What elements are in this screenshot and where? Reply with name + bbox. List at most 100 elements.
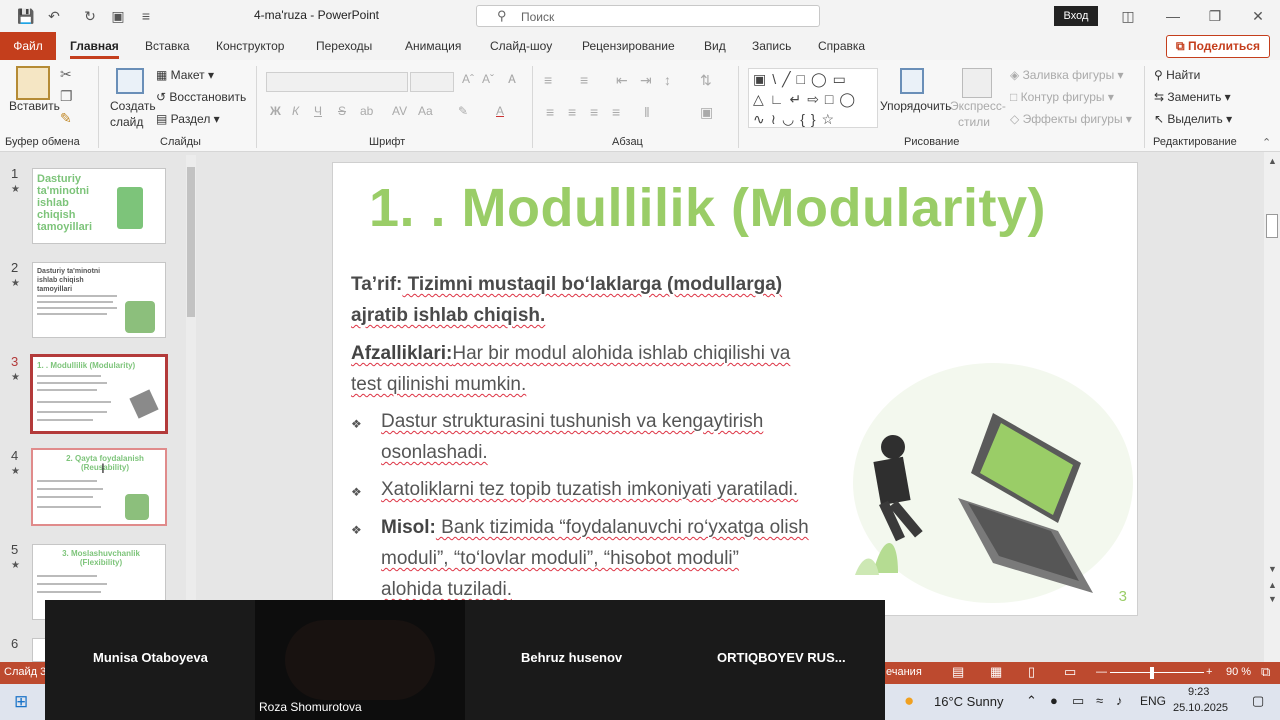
font-name-select[interactable] [266,72,408,92]
strike-icon[interactable]: S [338,104,346,118]
new-slide-button[interactable]: Создать [110,99,156,113]
smartart-icon[interactable]: ▣ [700,104,713,121]
participant-tile-3[interactable]: Behruz husenov [465,600,675,720]
scroll-up-icon[interactable]: ▲ [1268,156,1277,166]
tab-home[interactable]: Главная [70,39,119,59]
italic-icon[interactable]: К [292,104,299,118]
tab-file[interactable]: Файл [0,32,56,60]
bullet-1-line-1[interactable]: Dastur strukturasini tushunish va kengay… [381,406,763,437]
reading-view-icon[interactable]: ▯ [1028,664,1035,680]
slide-title[interactable]: 1. . Modullilik (Modularity) [369,177,1046,239]
minimize-icon[interactable]: — [1163,6,1183,26]
tab-record[interactable]: Запись [752,39,791,53]
spacing-icon[interactable]: AV [392,104,407,118]
align-center-icon[interactable]: ≡ [568,104,576,120]
font-grow-icon[interactable]: Aˆ [462,72,474,86]
normal-view-icon[interactable]: ▤ [952,664,964,680]
tab-view[interactable]: Вид [704,39,726,53]
slide-thumbnail-2[interactable]: Dasturiy ta'minotni ishlab chiqish tamoy… [32,262,166,338]
participant-tile-4[interactable]: ORTIQBOYEV RUS... [675,600,885,720]
customize-qat-icon[interactable]: ≡ [136,6,156,26]
copy-icon[interactable]: ❐ [60,88,73,105]
collapse-ribbon-icon[interactable]: ⌃ [1262,136,1271,149]
outdent-icon[interactable]: ⇤ [616,72,628,89]
tab-slideshow[interactable]: Слайд-шоу [490,39,552,53]
maximize-icon[interactable]: ❐ [1205,6,1225,26]
select-button[interactable]: ↖ Выделить ▾ [1154,112,1232,126]
zoom-level[interactable]: 90 % [1226,666,1251,678]
section-button[interactable]: ▤ Раздел ▾ [156,112,220,126]
cut-icon[interactable]: ✂ [60,66,72,83]
replace-button[interactable]: ⇆ Заменить ▾ [1154,90,1231,104]
ribbon-display-icon[interactable]: ◫ [1118,6,1138,26]
battery-icon[interactable]: ▭ [1072,693,1084,709]
scroll-thumb[interactable] [187,167,195,317]
scroll-thumb[interactable] [1266,214,1278,238]
present-icon[interactable]: ▣ [108,6,128,26]
tray-chevron-icon[interactable]: ⌃ [1026,693,1037,709]
clock-date[interactable]: 25.10.2025 [1173,702,1228,714]
wifi-icon[interactable]: ≈ [1096,693,1103,708]
slideshow-view-icon[interactable]: ▭ [1064,664,1076,680]
bullet-2[interactable]: Xatoliklarni tez topib tuzatish imkoniya… [381,474,798,505]
microphone-icon[interactable]: ● [1050,693,1058,708]
volume-icon[interactable]: ♪ [1116,693,1123,708]
bullets-icon[interactable]: ≡ [544,72,552,88]
clock-time[interactable]: 9:23 [1188,686,1209,698]
case-icon[interactable]: Aa [418,104,433,118]
align-left-icon[interactable]: ≡ [546,104,554,120]
definition-line-1[interactable]: Ta’rif: Tizimni mustaqil bo‘laklarga (mo… [351,269,782,300]
undo-icon[interactable]: ↶ [44,6,64,26]
tab-insert[interactable]: Вставка [145,39,190,53]
columns-icon[interactable]: ‖ [644,104,650,120]
paste-button[interactable]: Вставить [9,99,60,113]
layout-button[interactable]: ▦ Макет ▾ [156,68,214,82]
tab-transitions[interactable]: Переходы [316,39,372,53]
slide-thumbnail-3[interactable]: 1. . Modullilik (Modularity) [30,354,168,434]
zoom-slider-thumb[interactable] [1150,667,1154,679]
bullet-3-line-2[interactable]: moduli”, “to‘lovlar moduli”, “hisobot mo… [381,543,739,574]
reset-button[interactable]: ↺ Восстановить [156,90,246,104]
tab-animation[interactable]: Анимация [405,39,461,53]
notes-button[interactable]: ечания [886,666,922,678]
search-box[interactable]: ⚲ Поиск [476,5,820,27]
arrange-icon[interactable] [900,68,924,94]
advantages-line-1[interactable]: Afzalliklari:Har bir modul alohida ishla… [351,338,790,369]
advantages-line-2[interactable]: test qilinishi mumkin. [351,369,526,400]
bold-icon[interactable]: Ж [270,104,281,118]
quick-styles-icon[interactable] [962,68,992,98]
previous-slide-icon[interactable]: ▲ [1268,580,1277,590]
font-size-select[interactable] [410,72,454,92]
participant-tile-2[interactable]: Roza Shomurotova [255,600,465,720]
redo-icon[interactable]: ↻ [80,6,100,26]
shape-outline-button[interactable]: □ Контур фигуры ▾ [1010,90,1114,104]
indent-icon[interactable]: ⇥ [640,72,652,89]
text-direction-icon[interactable]: ⇅ [700,72,712,89]
shapes-gallery[interactable]: ▣\╱□◯▭ △∟↵⇨□◯ ∿≀◡{}☆ [748,68,878,128]
participant-tile-1[interactable]: Munisa Otaboyeva [45,600,255,720]
highlight-icon[interactable]: ✎ [458,104,468,118]
new-slide-icon[interactable] [116,68,144,94]
tab-design[interactable]: Конструктор [216,39,284,53]
bullet-3-line-1[interactable]: Misol: Bank tizimida “foydalanuvchi ro‘y… [381,512,809,543]
zoom-slider[interactable] [1110,672,1204,673]
justify-icon[interactable]: ≡ [612,104,620,120]
thumbnail-scrollbar[interactable] [186,155,196,660]
numbering-icon[interactable]: ≡ [580,72,588,88]
shadow-icon[interactable]: ab [360,104,373,118]
find-button[interactable]: ⚲ Найти [1154,68,1200,82]
start-icon[interactable]: ⊞ [14,692,28,712]
tab-help[interactable]: Справка [818,39,865,53]
definition-line-2[interactable]: ajratib ishlab chiqish. [351,300,545,331]
zoom-in-icon[interactable]: + [1206,666,1212,678]
font-color-icon[interactable]: A [496,104,504,118]
weather-text[interactable]: 16°C Sunny [934,694,1004,709]
notifications-icon[interactable]: ▢ [1252,693,1264,709]
underline-icon[interactable]: Ч [314,104,322,118]
align-right-icon[interactable]: ≡ [590,104,598,120]
next-slide-icon[interactable]: ▼ [1268,594,1277,604]
paste-icon[interactable] [16,66,50,100]
canvas-scrollbar[interactable]: ▲ ▼ ▲ ▼ [1264,152,1280,662]
slide-3[interactable]: 1. . Modullilik (Modularity) Ta’rif: Tiz… [332,162,1138,616]
bullet-1-line-2[interactable]: osonlashadi. [381,437,488,468]
